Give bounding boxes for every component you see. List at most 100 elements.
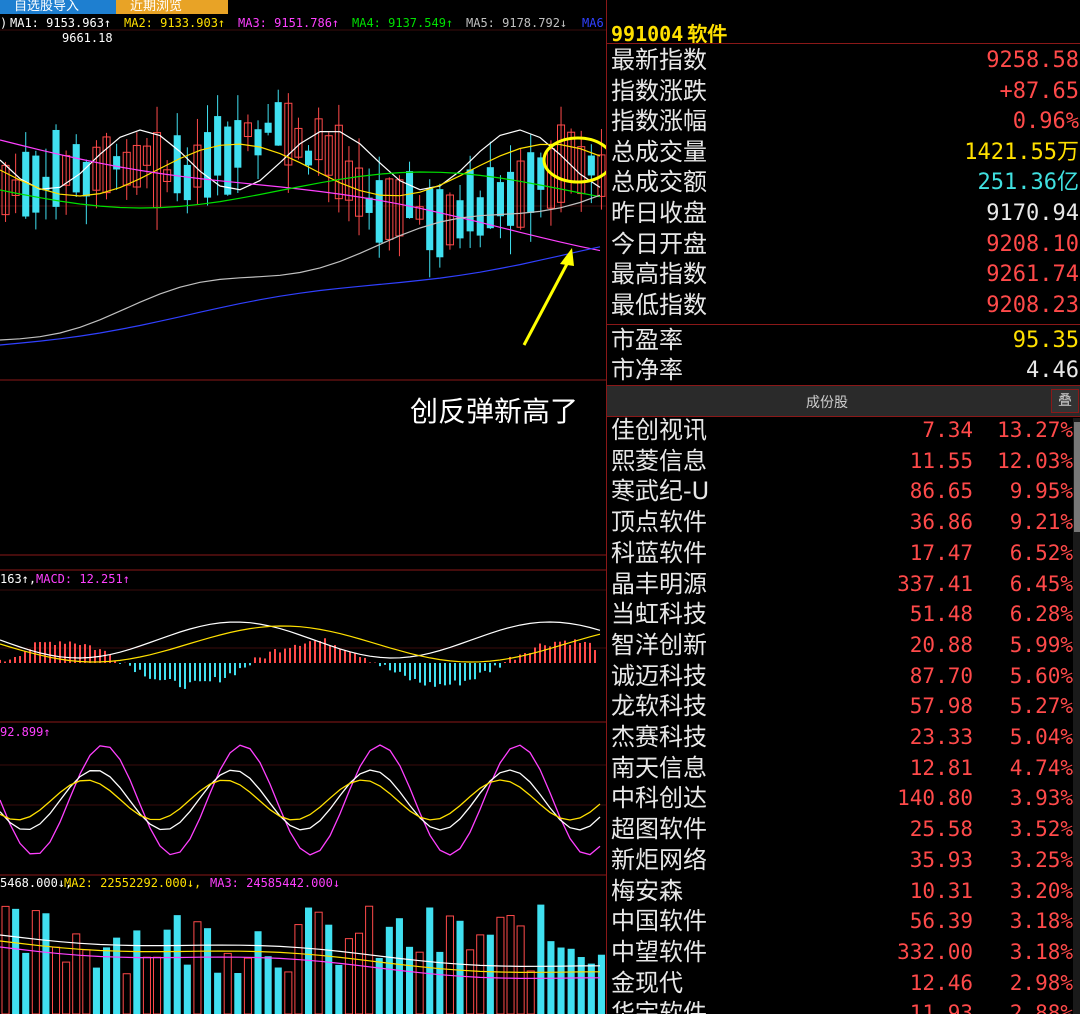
candle-body bbox=[204, 132, 212, 198]
volume-bar bbox=[314, 911, 323, 1014]
quote-row: 昨日收盘 9170.94 bbox=[607, 198, 1080, 229]
volume-bar bbox=[142, 956, 151, 1014]
stock-row[interactable]: 顶点软件 36.86 9.21% bbox=[607, 507, 1073, 538]
volume-bar bbox=[294, 924, 303, 1014]
vol-ma2-indicator: MA2: 22552292.000↓, bbox=[64, 876, 202, 890]
stock-row[interactable]: 龙软科技 57.98 5.27% bbox=[607, 691, 1073, 722]
volume-bar bbox=[355, 932, 364, 1014]
volume-bar bbox=[445, 915, 454, 1014]
volume-bar bbox=[385, 926, 393, 1014]
stock-row[interactable]: 超图软件 25.58 3.52% bbox=[607, 814, 1073, 845]
stock-name: 寒武纪-U bbox=[611, 477, 710, 506]
stock-change: 5.04% bbox=[1009, 725, 1073, 749]
stock-change: 4.74% bbox=[1009, 755, 1073, 780]
stock-change: 3.18% bbox=[1009, 909, 1073, 934]
volume-bar bbox=[193, 921, 202, 1014]
stock-price: 36.86 bbox=[909, 510, 973, 535]
stock-row[interactable]: 梅安森 10.31 3.20% bbox=[607, 876, 1073, 907]
stock-row[interactable]: 佳创视讯 7.34 13.27% bbox=[607, 415, 1073, 446]
scrollbar[interactable] bbox=[1073, 418, 1080, 1014]
stock-row[interactable]: 晶丰明源 337.41 6.45% bbox=[607, 569, 1073, 600]
stock-name: 晶丰明源 bbox=[611, 569, 707, 598]
ratio-value: 95.35 bbox=[1012, 328, 1079, 353]
volume-bar bbox=[173, 915, 181, 1014]
stock-row[interactable]: 新炬网络 35.93 3.25% bbox=[607, 845, 1073, 876]
chart-area[interactable]: 自选股导入 近期浏览 ) MA1: 9153.963↑ MA2: 9133.90… bbox=[0, 0, 606, 1014]
stock-row[interactable]: 当虹科技 51.48 6.28% bbox=[607, 599, 1073, 630]
stock-price: 17.47 bbox=[909, 540, 973, 565]
overlay-button[interactable]: 叠 bbox=[1051, 389, 1079, 413]
stock-row[interactable]: 南天信息 12.81 4.74% bbox=[607, 753, 1073, 784]
volume-bar bbox=[113, 937, 121, 1014]
quote-panel: 991004 软件 最新指数 9258.58 指数涨跌 +87.65 指数涨幅 0.96% 总… bbox=[606, 0, 1080, 1014]
stock-name: 诚迈科技 bbox=[611, 661, 707, 690]
stock-change: 6.52% bbox=[1009, 540, 1073, 565]
candle-body bbox=[183, 164, 191, 201]
stock-price: 51.48 bbox=[909, 602, 973, 627]
vol-ma3-indicator: MA3: 24585442.000↓ bbox=[210, 876, 341, 890]
scroll-thumb[interactable] bbox=[1074, 422, 1080, 532]
quote-row: 最低指数 9208.23 bbox=[607, 290, 1080, 321]
volume-bar bbox=[22, 952, 30, 1014]
stock-row[interactable]: 中科创达 140.80 3.93% bbox=[607, 783, 1073, 814]
vol-ma1-indicator: 5468.000↓, bbox=[0, 876, 73, 890]
kline-chart[interactable] bbox=[0, 0, 606, 1014]
quote-label: 总成交量 bbox=[611, 137, 707, 166]
volume-bar bbox=[264, 956, 272, 1014]
stock-row[interactable]: 中国软件 56.39 3.18% bbox=[607, 906, 1073, 937]
stock-change: 3.20% bbox=[1009, 878, 1073, 903]
stock-name: 熙菱信息 bbox=[611, 446, 707, 475]
stock-name: 佳创视讯 bbox=[611, 416, 707, 444]
divider bbox=[607, 43, 1080, 44]
stock-row[interactable]: 杰赛科技 23.33 5.04% bbox=[607, 722, 1073, 753]
quote-label: 昨日收盘 bbox=[611, 199, 707, 227]
volume-bar bbox=[537, 904, 545, 1014]
stock-row[interactable]: 诚迈科技 87.70 5.60% bbox=[607, 661, 1073, 692]
candle-body bbox=[224, 126, 232, 195]
candle-body bbox=[173, 135, 181, 194]
volume-bar bbox=[375, 957, 383, 1014]
candle-body bbox=[587, 155, 595, 176]
volume-bar bbox=[42, 913, 50, 1014]
volume-bar bbox=[284, 971, 293, 1014]
stock-change: 3.52% bbox=[1009, 817, 1073, 842]
stock-change: 13.27% bbox=[997, 418, 1073, 442]
stock-row[interactable]: 华宇软件 11.93 2.88% bbox=[607, 998, 1073, 1014]
volume-bar bbox=[486, 934, 494, 1014]
ma-line bbox=[0, 246, 601, 346]
macd-indicator: MACD: 12.251↑ bbox=[36, 572, 130, 586]
stock-price: 332.00 bbox=[897, 939, 973, 964]
volume-bar bbox=[1, 905, 10, 1014]
stock-price: 10.31 bbox=[909, 878, 973, 903]
stock-price: 140.80 bbox=[897, 786, 973, 811]
quote-value: 1421.55万 bbox=[964, 139, 1079, 165]
volume-bar bbox=[62, 961, 71, 1014]
stock-row[interactable]: 科蓝软件 17.47 6.52% bbox=[607, 538, 1073, 569]
volume-bar bbox=[82, 949, 91, 1014]
candle-body bbox=[365, 197, 373, 213]
stock-row[interactable]: 寒武纪-U 86.65 9.95% bbox=[607, 476, 1073, 507]
candle-body bbox=[113, 156, 121, 170]
stock-name: 新炬网络 bbox=[611, 845, 707, 874]
candle-body bbox=[72, 144, 80, 193]
candle-body bbox=[456, 200, 464, 239]
quote-row: 指数涨幅 0.96% bbox=[607, 106, 1080, 137]
quote-label: 指数涨跌 bbox=[611, 76, 707, 105]
stock-row[interactable]: 中望软件 332.00 3.18% bbox=[607, 937, 1073, 968]
stock-row[interactable]: 智洋创新 20.88 5.99% bbox=[607, 630, 1073, 661]
stock-row[interactable]: 金现代 12.46 2.98% bbox=[607, 968, 1073, 999]
quote-value: 0.96% bbox=[1012, 109, 1079, 135]
kdj-line bbox=[0, 744, 601, 856]
quote-row: 今日开盘 9208.10 bbox=[607, 229, 1080, 260]
quote-label: 最高指数 bbox=[611, 260, 707, 289]
stock-row[interactable]: 熙菱信息 11.55 12.03% bbox=[607, 446, 1073, 477]
stock-price: 57.98 bbox=[909, 694, 973, 719]
ratio-row: 市净率 4.46 bbox=[607, 355, 1080, 386]
stock-name: 科蓝软件 bbox=[611, 538, 707, 567]
volume-bar bbox=[344, 938, 353, 1014]
volume-bar bbox=[406, 946, 414, 1014]
volume-bar bbox=[153, 956, 162, 1014]
quote-value: 9208.10 bbox=[986, 231, 1079, 257]
quote-row: 指数涨跌 +87.65 bbox=[607, 76, 1080, 107]
candle-body bbox=[496, 182, 504, 217]
